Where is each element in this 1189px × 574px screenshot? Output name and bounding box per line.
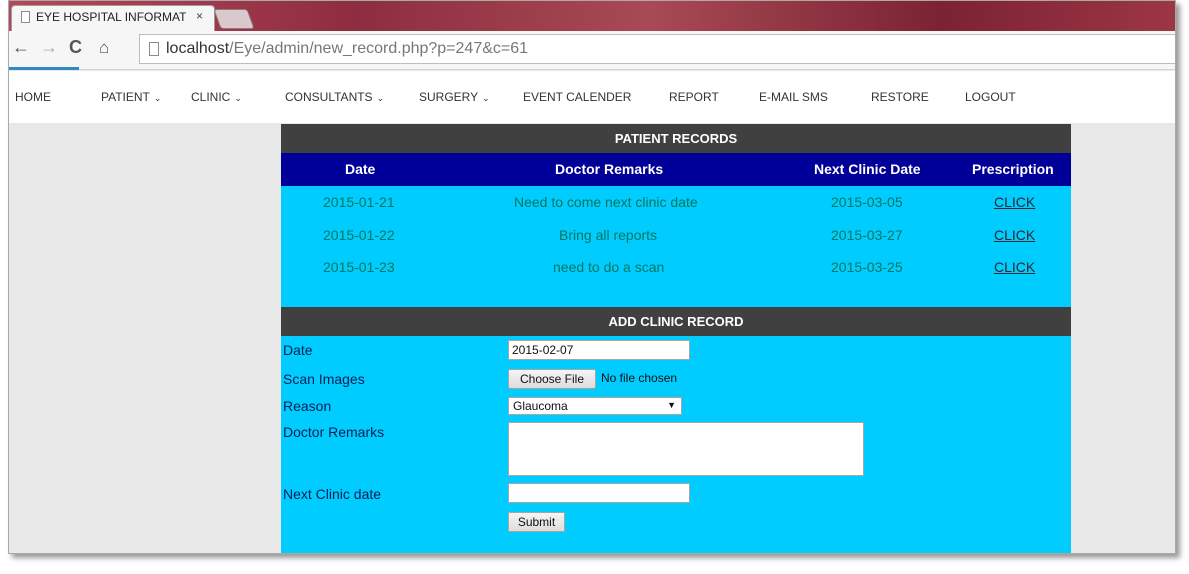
- tab-close-icon[interactable]: ×: [196, 9, 203, 23]
- active-tab-indicator: [9, 67, 79, 70]
- column-header-prescription: Prescription: [972, 161, 1054, 177]
- chevron-down-icon: ⌄: [234, 93, 242, 103]
- add-record-title: ADD CLINIC RECORD: [281, 307, 1071, 336]
- url-text: localhost/Eye/admin/new_record.php?p=247…: [166, 40, 528, 58]
- url-host: localhost: [166, 40, 230, 57]
- choose-file-button[interactable]: Choose File: [508, 369, 596, 389]
- tab-title: EYE HOSPITAL INFORMAT: [36, 10, 186, 24]
- address-bar[interactable]: localhost/Eye/admin/new_record.php?p=247…: [139, 34, 1175, 64]
- column-header-remarks: Doctor Remarks: [555, 161, 664, 177]
- dropdown-arrow-icon: ▼: [667, 400, 676, 410]
- prescription-link[interactable]: CLICK: [994, 259, 1035, 275]
- menu-home[interactable]: HOME: [15, 90, 51, 104]
- browser-window: EYE HOSPITAL INFORMAT × ← → C ⌂ localhos…: [8, 0, 1176, 554]
- scan-images-label: Scan Images: [283, 371, 365, 387]
- record-date: 2015-01-21: [323, 194, 395, 210]
- record-next-date: 2015-03-25: [831, 259, 903, 275]
- menu-restore[interactable]: RESTORE: [871, 90, 929, 104]
- record-next-date: 2015-03-05: [831, 194, 903, 210]
- column-header-date: Date: [345, 161, 376, 177]
- url-path: /Eye/admin/new_record.php?p=247&c=61: [229, 40, 529, 57]
- menu-email-sms[interactable]: E-MAIL SMS: [759, 90, 828, 104]
- page-icon: [149, 42, 159, 56]
- browser-toolbar: ← → C ⌂ localhost/Eye/admin/new_record.p…: [9, 31, 1175, 70]
- menu-patient-label: PATIENT: [101, 90, 150, 104]
- prescription-link[interactable]: CLICK: [994, 194, 1035, 210]
- menu-report[interactable]: REPORT: [669, 90, 719, 104]
- chevron-down-icon: ⌄: [376, 93, 385, 103]
- date-label: Date: [283, 342, 313, 358]
- page-icon: [21, 11, 30, 23]
- new-tab-button[interactable]: [213, 9, 255, 29]
- chevron-down-icon: ⌄: [482, 93, 490, 103]
- reason-selected-value: Glaucoma: [513, 399, 568, 413]
- next-clinic-date-field[interactable]: [508, 483, 690, 503]
- main-content: PATIENT RECORDS Date Doctor Remarks Next…: [281, 124, 1071, 553]
- menu-clinic[interactable]: CLINIC ⌄: [191, 90, 242, 104]
- record-date: 2015-01-22: [323, 227, 395, 243]
- record-next-date: 2015-03-27: [831, 227, 903, 243]
- chevron-down-icon: ⌄: [153, 93, 162, 103]
- record-date: 2015-01-23: [323, 259, 395, 275]
- menu-event-calender[interactable]: EVENT CALENDER: [523, 90, 631, 104]
- doctor-remarks-label: Doctor Remarks: [283, 424, 385, 440]
- file-status: No file chosen: [601, 371, 678, 385]
- forward-icon[interactable]: →: [40, 37, 58, 58]
- record-remarks: Need to come next clinic date: [514, 194, 698, 210]
- menu-consultants[interactable]: CONSULTANTS ⌄: [285, 90, 384, 104]
- home-icon[interactable]: ⌂: [99, 38, 109, 58]
- doctor-remarks-textarea[interactable]: [508, 422, 864, 476]
- column-header-next-clinic: Next Clinic Date: [814, 161, 921, 177]
- record-remarks: need to do a scan: [553, 259, 665, 275]
- tab-strip: EYE HOSPITAL INFORMAT ×: [9, 1, 1175, 31]
- back-icon[interactable]: ←: [12, 37, 30, 58]
- reason-select[interactable]: Glaucoma ▼: [508, 397, 682, 415]
- menu-patient[interactable]: PATIENT ⌄: [101, 90, 161, 104]
- records-table-header: Date Doctor Remarks Next Clinic Date Pre…: [281, 153, 1071, 186]
- browser-tab[interactable]: EYE HOSPITAL INFORMAT ×: [11, 5, 215, 31]
- menu-surgery-label: SURGERY: [419, 90, 479, 104]
- prescription-link[interactable]: CLICK: [994, 227, 1035, 243]
- reload-icon[interactable]: C: [69, 37, 82, 58]
- reason-label: Reason: [283, 398, 332, 414]
- date-field[interactable]: 2015-02-07: [508, 340, 690, 360]
- menu-logout[interactable]: LOGOUT: [965, 90, 1016, 104]
- menu-surgery[interactable]: SURGERY ⌄: [419, 90, 490, 104]
- main-menu: HOME PATIENT ⌄ CLINIC ⌄ CONSULTANTS ⌄ SURGE…: [9, 71, 1175, 123]
- menu-clinic-label: CLINIC: [191, 90, 231, 104]
- menu-consultants-label: CONSULTANTS: [285, 90, 373, 104]
- submit-button[interactable]: Submit: [508, 512, 565, 532]
- next-clinic-date-label: Next Clinic date: [283, 486, 382, 502]
- patient-records-title: PATIENT RECORDS: [281, 124, 1071, 153]
- record-remarks: Bring all reports: [559, 227, 658, 243]
